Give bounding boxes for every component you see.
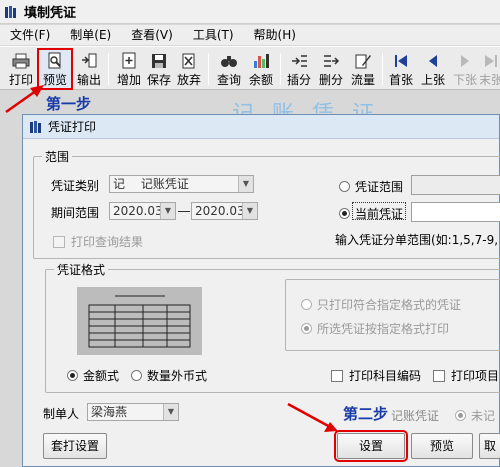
toolbar: 打印 预览 输出 增加 保存 放弃 查询 余额 插分 删分 流量 首张 上张 下… [0,46,500,90]
voucher-range-radio[interactable]: 凭证范围 [339,178,403,195]
next-icon [461,55,469,67]
settings-button[interactable]: 设置 [334,430,408,462]
unposted-radio[interactable]: 未记 [455,407,495,424]
bar-chart-icon [254,54,269,68]
voucher-type-label: 凭证类别 [51,179,100,193]
print-query-result-label: 打印查询结果 [71,235,144,249]
prev-page-button[interactable]: 上张 [416,49,450,89]
menu-help[interactable]: 帮助(H) [244,25,306,45]
chevron-down-icon: ▼ [242,203,257,219]
dialog-title: 凭证打印 [48,120,97,134]
new-document-icon [122,52,136,69]
export-icon [82,53,97,68]
format-options-box [285,279,500,351]
discard-button[interactable]: 放弃 [172,49,206,89]
current-voucher-input[interactable] [411,202,500,222]
amount-format-label: 金额式 [83,369,120,383]
books-icon [30,120,41,133]
chevron-down-icon: ▼ [163,404,178,420]
period-to-select[interactable]: 2020.03 ▼ [191,202,258,220]
period-range-label: 期间范围 [51,206,100,220]
print-voucher-dialog: 凭证打印 范围 凭证类别 记 记账凭证 ▼ 期间范围 2020.03 ▼ 202… [22,114,500,467]
preview-icon [48,52,61,69]
maker-label: 制单人 [43,407,80,421]
print-item-checkbox[interactable]: 打印项目 [433,367,499,384]
preview-button[interactable]: 预览 [37,48,73,90]
period-to-value: 2020.03 [195,204,245,218]
scope-legend: 范围 [42,148,73,165]
delete-row-button[interactable]: 删分 [314,49,348,89]
voucher-range-label: 凭证范围 [355,180,404,194]
focus-indicator [352,202,406,220]
other-button[interactable]: 取 [479,433,500,459]
voucher-type-code: 记 [113,177,126,191]
selected-format-label: 所选凭证按指定格式打印 [317,322,450,336]
add-button[interactable]: 增加 [112,49,146,89]
window-titlebar: 填制凭证 [0,0,500,24]
unposted-label: 未记 [471,409,496,423]
first-icon [395,55,407,67]
selected-format-radio[interactable]: 所选凭证按指定格式打印 [301,320,449,337]
matching-format-only-radio[interactable]: 只打印符合指定格式的凭证 [301,296,461,313]
menu-make[interactable]: 制单(E) [60,25,121,45]
quantity-foreign-format-label: 数量外币式 [147,369,208,383]
discard-icon [182,53,195,69]
balance-button[interactable]: 余额 [244,49,278,89]
chevron-down-icon: ▼ [238,176,253,192]
dialog-titlebar: 凭证打印 [23,115,499,139]
chevron-down-icon: ▼ [160,203,175,219]
voucher-type-value: 记账凭证 [140,177,189,191]
step2-label: 第二步 [343,405,389,423]
period-from-select[interactable]: 2020.03 ▼ [109,202,176,220]
first-page-button[interactable]: 首张 [384,49,418,89]
menu-file[interactable]: 文件(F) [0,25,60,45]
matching-format-only-label: 只打印符合指定格式的凭证 [317,298,462,312]
binoculars-icon [221,56,237,67]
floppy-disk-icon [152,54,166,68]
pencil-document-icon [355,54,371,69]
books-icon [5,5,16,18]
window-title: 填制凭证 [24,6,77,21]
menu-tools[interactable]: 工具(T) [183,25,244,45]
maker-value: 梁海燕 [91,405,128,419]
period-from-value: 2020.03 [113,204,163,218]
voucher-range-hint: 输入凭证分单范围(如:1,5,7-9, [335,233,499,247]
query-button[interactable]: 查询 [212,49,246,89]
menu-bar: 文件(F) 制单(E) 查看(V) 工具(T) 帮助(H) [0,25,500,45]
voucher-range-input[interactable] [411,175,500,195]
print-subject-code-label: 打印科目编码 [349,369,422,383]
previous-icon [429,55,437,67]
flow-button[interactable]: 流量 [346,49,380,89]
next-page-button[interactable]: 下张 [448,49,482,89]
export-button[interactable]: 输出 [72,49,106,89]
insert-row-icon [292,55,307,67]
voucher-type-select[interactable]: 记 记账凭证 ▼ [109,175,254,193]
step1-label: 第一步 [46,95,92,113]
voucher-format-preview-image [77,287,202,355]
preview-dialog-button[interactable]: 预览 [411,433,473,459]
last-icon [485,55,497,67]
amount-format-radio[interactable]: 金额式 [67,367,119,384]
template-setup-button[interactable]: 套打设置 [43,433,107,459]
format-legend: 凭证格式 [54,261,109,278]
posted-voucher-label: 记账凭证 [391,409,440,423]
print-subject-code-checkbox[interactable]: 打印科目编码 [331,367,421,384]
print-button[interactable]: 打印 [4,49,38,89]
quantity-foreign-format-radio[interactable]: 数量外币式 [131,367,207,384]
print-query-result-checkbox[interactable]: 打印查询结果 [53,233,143,250]
printer-icon [12,53,30,69]
insert-row-button[interactable]: 插分 [282,49,316,89]
maker-select[interactable]: 梁海燕 ▼ [87,403,179,421]
menu-view[interactable]: 查看(V) [121,25,183,45]
delete-row-icon [324,55,340,67]
last-page-button[interactable]: 末张 [480,49,500,89]
print-item-label: 打印项目 [451,369,500,383]
save-button[interactable]: 保存 [142,49,176,89]
